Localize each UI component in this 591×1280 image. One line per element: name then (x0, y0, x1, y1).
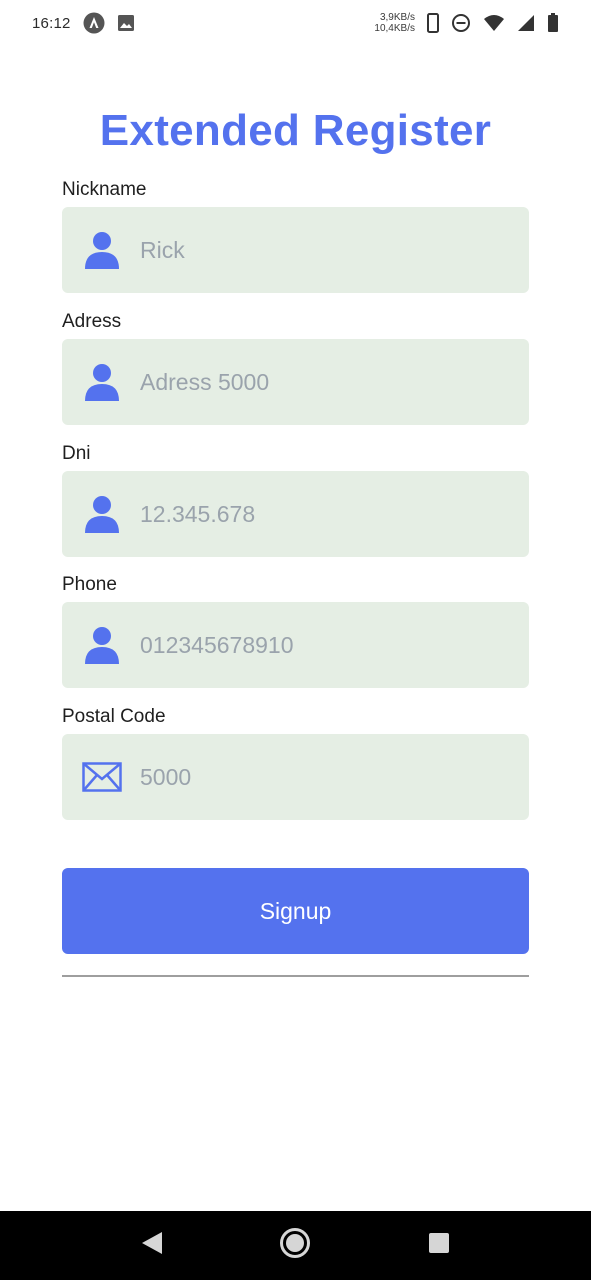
user-icon (82, 471, 122, 557)
battery-icon (547, 13, 559, 33)
page-title: Extended Register (99, 106, 492, 155)
postal-code-label: Postal Code (62, 706, 166, 727)
wifi-icon (483, 14, 505, 32)
phone-input[interactable] (140, 602, 510, 688)
user-icon (82, 207, 122, 293)
divider (62, 975, 529, 977)
dnd-icon (451, 13, 471, 33)
adress-label: Adress (62, 311, 122, 332)
nickname-label: Nickname (62, 179, 147, 200)
register-screen: 16:12 3,9KB/s 10,4KB/s Extended Register… (0, 0, 591, 1280)
status-left: 16:12 (32, 12, 135, 34)
dni-input[interactable] (140, 471, 510, 557)
nickname-field[interactable] (62, 207, 529, 293)
phone-icon (427, 13, 439, 33)
app-icon (83, 12, 105, 34)
net-down-text: 10,4KB/s (374, 23, 415, 34)
dni-field[interactable] (62, 471, 529, 557)
adress-input[interactable] (140, 339, 510, 425)
phone-field[interactable] (62, 602, 529, 688)
recents-icon (428, 1232, 450, 1259)
navigation-bar (0, 1211, 591, 1280)
back-icon (140, 1230, 164, 1261)
back-button[interactable] (122, 1216, 182, 1276)
image-icon (117, 14, 135, 32)
net-up-text: 3,9KB/s (379, 12, 415, 23)
home-button[interactable] (265, 1216, 325, 1276)
dni-label: Dni (62, 443, 91, 464)
network-speed: 3,9KB/s 10,4KB/s (374, 12, 415, 34)
status-right: 3,9KB/s 10,4KB/s (374, 12, 559, 34)
status-time: 16:12 (32, 14, 71, 32)
signal-icon (517, 14, 535, 32)
postal-code-field[interactable] (62, 734, 529, 820)
signup-button[interactable]: Signup (62, 868, 529, 954)
user-icon (82, 602, 122, 688)
home-icon (279, 1227, 311, 1264)
envelope-icon (82, 734, 122, 820)
adress-field[interactable] (62, 339, 529, 425)
phone-label: Phone (62, 574, 117, 595)
status-bar: 16:12 3,9KB/s 10,4KB/s (0, 0, 591, 46)
user-icon (82, 339, 122, 425)
nickname-input[interactable] (140, 207, 510, 293)
recents-button[interactable] (409, 1216, 469, 1276)
postal-code-input[interactable] (140, 734, 510, 820)
